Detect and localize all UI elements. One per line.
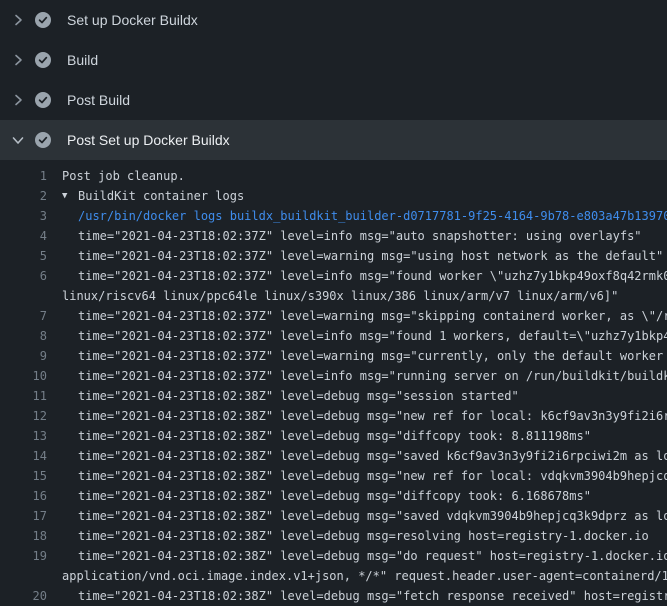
log-line-continuation: application/vnd.oci.image.index.v1+json,… [0, 566, 667, 586]
line-number[interactable]: 17 [0, 506, 47, 526]
log-text: time="2021-04-23T18:02:38Z" level=debug … [62, 486, 591, 506]
line-number[interactable]: 11 [0, 386, 47, 406]
line-number [0, 566, 47, 586]
chevron-right-icon [10, 92, 26, 108]
chevron-down-icon [10, 132, 26, 148]
log-text: time="2021-04-23T18:02:37Z" level=warnin… [62, 346, 667, 366]
log-line: 6 time="2021-04-23T18:02:37Z" level=info … [0, 266, 667, 286]
log-line: 7 time="2021-04-23T18:02:37Z" level=warni… [0, 306, 667, 326]
step-label: Set up Docker Buildx [67, 12, 198, 28]
log-line: 18 time="2021-04-23T18:02:38Z" level=debu… [0, 526, 667, 546]
chevron-right-icon [10, 52, 26, 68]
line-number[interactable]: 1 [0, 166, 47, 186]
step-log-output: 1 Post job cleanup. 2 ▼BuildKit container l… [0, 160, 667, 606]
line-number[interactable]: 7 [0, 306, 47, 326]
step-label: Post Set up Docker Buildx [67, 132, 230, 148]
log-line: 4 time="2021-04-23T18:02:37Z" level=info … [0, 226, 667, 246]
log-line: 20 time="2021-04-23T18:02:38Z" level=debu… [0, 586, 667, 606]
line-number[interactable]: 15 [0, 466, 47, 486]
log-line: 2 ▼BuildKit container logs [0, 186, 667, 206]
line-number[interactable]: 19 [0, 546, 47, 566]
log-text: time="2021-04-23T18:02:38Z" level=debug … [62, 466, 667, 486]
log-text: linux/riscv64 linux/ppc64le linux/s390x … [62, 286, 618, 306]
log-text: time="2021-04-23T18:02:37Z" level=info m… [62, 226, 642, 246]
log-line: 16 time="2021-04-23T18:02:38Z" level=debu… [0, 486, 667, 506]
log-text: time="2021-04-23T18:02:37Z" level=info m… [62, 326, 667, 346]
log-line: 13 time="2021-04-23T18:02:38Z" level=debu… [0, 426, 667, 446]
log-line: 9 time="2021-04-23T18:02:37Z" level=warni… [0, 346, 667, 366]
line-number[interactable]: 2 [0, 186, 47, 206]
log-line: 10 time="2021-04-23T18:02:37Z" level=info… [0, 366, 667, 386]
log-line: 17 time="2021-04-23T18:02:38Z" level=debu… [0, 506, 667, 526]
steps-list: Set up Docker Buildx Build Post Build Po… [0, 0, 667, 160]
log-text: time="2021-04-23T18:02:38Z" level=debug … [62, 446, 667, 466]
chevron-right-icon [10, 12, 26, 28]
step-label: Post Build [67, 92, 130, 108]
line-number[interactable]: 18 [0, 526, 47, 546]
step-row-post-set-up-docker-buildx[interactable]: Post Set up Docker Buildx [0, 120, 667, 160]
step-success-check-icon [35, 12, 51, 28]
group-collapse-caret-icon[interactable]: ▼ [62, 186, 78, 206]
log-text: time="2021-04-23T18:02:38Z" level=debug … [62, 386, 519, 406]
log-text: time="2021-04-23T18:02:38Z" level=debug … [62, 426, 591, 446]
line-number[interactable]: 16 [0, 486, 47, 506]
step-row-set-up-docker-buildx[interactable]: Set up Docker Buildx [0, 0, 667, 40]
step-row-build[interactable]: Build [0, 40, 667, 80]
log-line: 14 time="2021-04-23T18:02:38Z" level=debu… [0, 446, 667, 466]
log-text: time="2021-04-23T18:02:37Z" level=info m… [62, 266, 667, 286]
log-line-continuation: linux/riscv64 linux/ppc64le linux/s390x … [0, 286, 667, 306]
log-group-title[interactable]: BuildKit container logs [78, 186, 244, 206]
log-line: 1 Post job cleanup. [0, 166, 667, 186]
log-command-text: /usr/bin/docker logs buildx_buildkit_bui… [62, 206, 667, 226]
line-number[interactable]: 3 [0, 206, 47, 226]
line-number[interactable]: 4 [0, 226, 47, 246]
log-line: 15 time="2021-04-23T18:02:38Z" level=debu… [0, 466, 667, 486]
log-line: 19 time="2021-04-23T18:02:38Z" level=debu… [0, 546, 667, 566]
log-line: 5 time="2021-04-23T18:02:37Z" level=warni… [0, 246, 667, 266]
line-number[interactable]: 8 [0, 326, 47, 346]
log-text: time="2021-04-23T18:02:38Z" level=debug … [62, 526, 649, 546]
log-text: time="2021-04-23T18:02:38Z" level=debug … [62, 586, 667, 606]
log-text: application/vnd.oci.image.index.v1+json,… [62, 566, 667, 586]
log-line: 3/usr/bin/docker logs buildx_buildkit_bu… [0, 206, 667, 226]
line-number[interactable]: 10 [0, 366, 47, 386]
log-line: 8 time="2021-04-23T18:02:37Z" level=info … [0, 326, 667, 346]
line-number[interactable]: 6 [0, 266, 47, 286]
step-success-check-icon [35, 52, 51, 68]
log-text: time="2021-04-23T18:02:38Z" level=debug … [62, 546, 667, 566]
log-text: time="2021-04-23T18:02:38Z" level=debug … [62, 406, 667, 426]
line-number[interactable]: 13 [0, 426, 47, 446]
log-text: time="2021-04-23T18:02:37Z" level=info m… [62, 366, 667, 386]
log-line: 11 time="2021-04-23T18:02:38Z" level=debu… [0, 386, 667, 406]
step-success-check-icon [35, 132, 51, 148]
step-success-check-icon [35, 92, 51, 108]
line-number[interactable]: 9 [0, 346, 47, 366]
line-number[interactable]: 20 [0, 586, 47, 606]
step-label: Build [67, 52, 98, 68]
line-number[interactable]: 12 [0, 406, 47, 426]
log-text: time="2021-04-23T18:02:38Z" level=debug … [62, 506, 667, 526]
line-number [0, 286, 47, 306]
line-number[interactable]: 5 [0, 246, 47, 266]
log-text: time="2021-04-23T18:02:37Z" level=warnin… [62, 306, 667, 326]
log-line: 12 time="2021-04-23T18:02:38Z" level=debu… [0, 406, 667, 426]
log-text: Post job cleanup. [62, 166, 185, 186]
step-row-post-build[interactable]: Post Build [0, 80, 667, 120]
line-number[interactable]: 14 [0, 446, 47, 466]
log-text: time="2021-04-23T18:02:37Z" level=warnin… [62, 246, 663, 266]
